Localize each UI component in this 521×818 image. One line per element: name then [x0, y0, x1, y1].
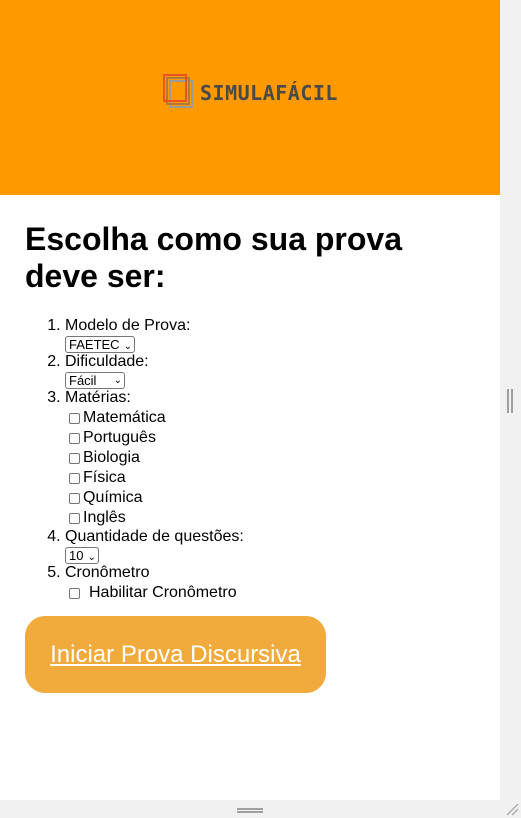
model-item: Modelo de Prova: FAETEC⌄ [65, 317, 475, 353]
subject-label: Química [83, 489, 143, 506]
difficulty-label: Dificuldade: [65, 353, 149, 370]
chevron-down-icon: ⌄ [123, 341, 132, 352]
chevron-down-icon: ⌄ [87, 552, 96, 563]
timer-checkbox[interactable] [69, 587, 80, 599]
quantity-label: Quantidade de questões: [65, 528, 244, 545]
panel-resize-handle[interactable] [507, 389, 513, 413]
timer-item: Cronômetro Habilitar Cronômetro [65, 564, 475, 604]
quantity-select[interactable]: 10 ⌄ [65, 547, 99, 564]
brand-name: SIMULAFÁCIL [200, 80, 338, 105]
subjects-checkbox-list: Matemática Português Biologia Física Quí… [65, 407, 475, 528]
logo[interactable]: SIMULAFÁCIL [162, 73, 338, 113]
subject-label: Física [83, 469, 126, 486]
timer-label: Cronômetro [65, 564, 150, 581]
checkbox[interactable] [69, 472, 80, 484]
drag-handle-icon[interactable] [237, 808, 263, 813]
chevron-down-icon: ⌄ [113, 375, 122, 386]
subject-option[interactable]: Biologia [69, 448, 475, 468]
subject-option[interactable]: Matemática [69, 408, 475, 428]
start-exam-button[interactable]: Iniciar Prova Discursiva [25, 616, 326, 693]
checkbox[interactable] [69, 492, 80, 504]
page: SIMULAFÁCIL Escolha como sua prova deve … [0, 0, 500, 800]
checkbox[interactable] [69, 452, 80, 464]
model-select[interactable]: FAETEC ⌄ [65, 336, 135, 353]
site-header: SIMULAFÁCIL [0, 0, 500, 195]
subject-label: Português [83, 429, 156, 446]
subject-option[interactable]: Química [69, 488, 475, 508]
difficulty-select-value: Fácil [69, 373, 97, 388]
quantity-select-value: 10 [69, 548, 84, 563]
quantity-item: Quantidade de questões: 10⌄ [65, 528, 475, 564]
model-select-value: FAETEC [69, 337, 120, 352]
subject-label: Biologia [83, 449, 140, 466]
checkbox[interactable] [69, 412, 80, 424]
subject-label: Matemática [83, 409, 166, 426]
checkbox[interactable] [69, 512, 80, 524]
stacked-pages-icon [163, 73, 194, 108]
timer-option[interactable]: Habilitar Cronômetro [65, 582, 475, 604]
subject-option[interactable]: Inglês [69, 508, 475, 528]
checkbox[interactable] [69, 432, 80, 444]
page-title: Escolha como sua prova deve ser: [25, 221, 403, 294]
resize-grip-icon[interactable] [503, 800, 519, 816]
subjects-item: Matérias: Matemática Português Biologia … [65, 389, 475, 528]
difficulty-select[interactable]: Fácil ⌄ [65, 372, 125, 389]
subjects-label: Matérias: [65, 389, 131, 406]
timer-option-label: Habilitar Cronômetro [89, 584, 237, 601]
model-label: Modelo de Prova: [65, 317, 191, 334]
options-list: Modelo de Prova: FAETEC⌄ Dificuldade: Fá… [25, 317, 475, 604]
subject-label: Inglês [83, 509, 126, 526]
difficulty-item: Dificuldade: Fácil ⌄ [65, 353, 475, 389]
subject-option[interactable]: Português [69, 428, 475, 448]
form-section: Escolha como sua prova deve ser: Modelo … [0, 221, 500, 693]
subject-option[interactable]: Física [69, 468, 475, 488]
